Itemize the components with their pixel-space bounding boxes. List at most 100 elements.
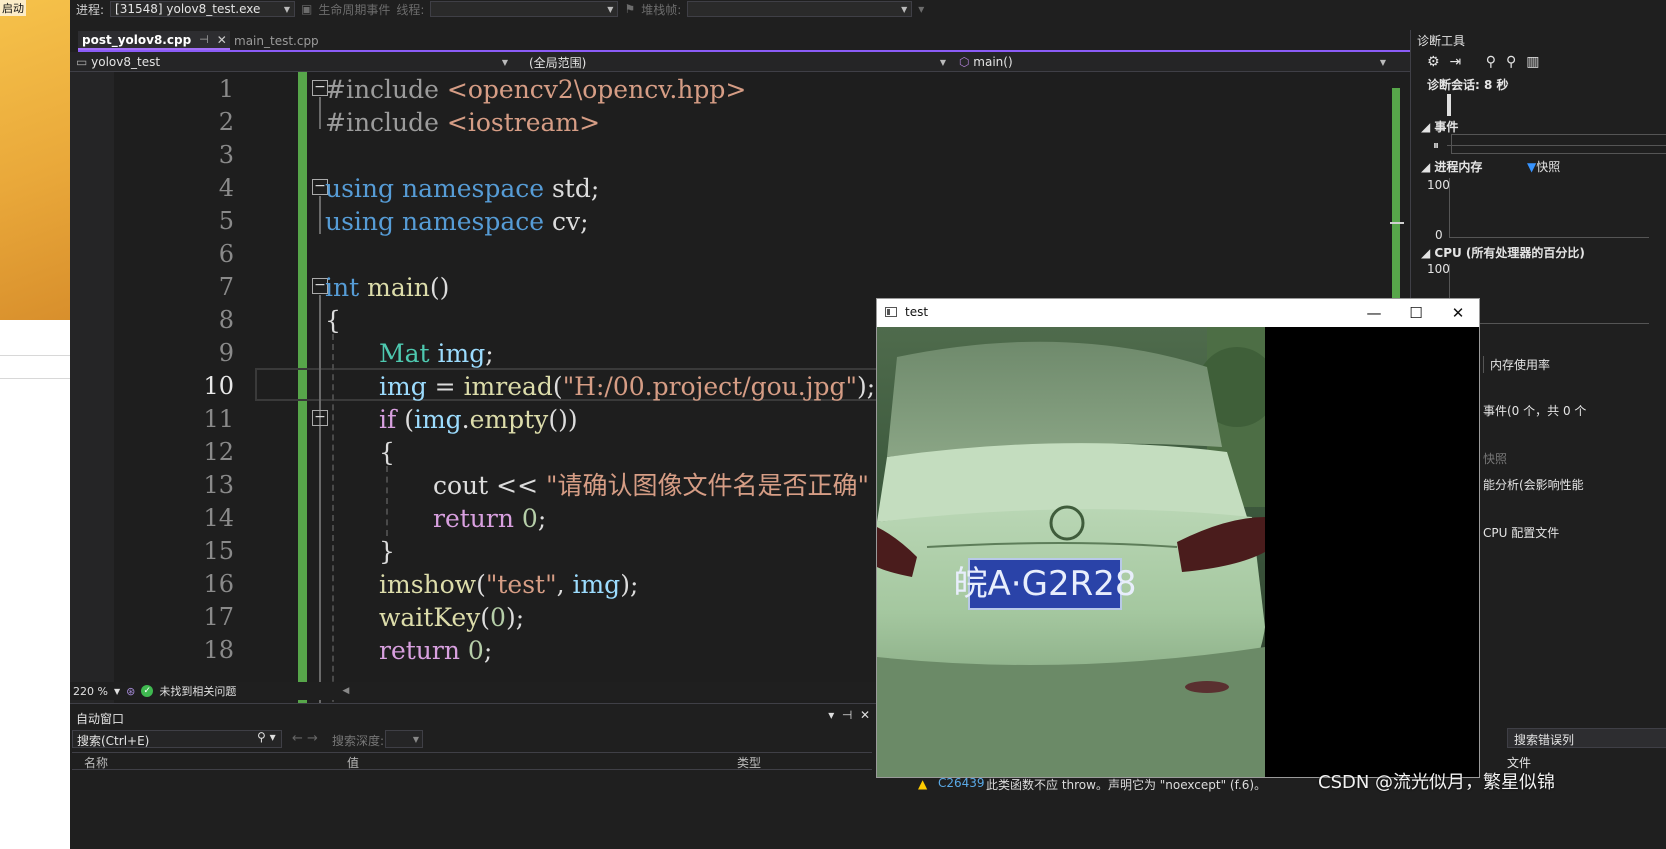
member-combo[interactable]: ⬡ main() ▼ bbox=[955, 54, 1390, 70]
error-message[interactable]: 此类函数不应 throw。声明它为 "noexcept" (f.6)。 bbox=[986, 776, 1266, 793]
line-number: 15 bbox=[203, 537, 234, 565]
window-app-icon bbox=[885, 307, 897, 317]
error-code[interactable]: C26439 bbox=[938, 776, 985, 790]
close-icon[interactable]: ✕ bbox=[217, 33, 227, 47]
glyph-margin bbox=[70, 72, 114, 722]
desktop-wallpaper bbox=[0, 0, 70, 320]
code-line: return 0; bbox=[379, 636, 493, 665]
line-number: 12 bbox=[203, 438, 234, 466]
memory-usage-tab[interactable]: 内存使用率 bbox=[1483, 356, 1550, 373]
fold-minus-icon[interactable]: − bbox=[312, 410, 328, 426]
events-track bbox=[1451, 134, 1666, 154]
navigation-bar: ▭ yolov8_test ▼ (全局范围) ▼ ⬡ main() ▼ ✚ bbox=[70, 52, 1505, 72]
maximize-icon[interactable]: ☐ bbox=[1401, 302, 1431, 324]
thread-combo[interactable]: ▼ bbox=[430, 1, 619, 17]
member-value: main() bbox=[973, 55, 1013, 69]
tab-post-yolov8[interactable]: post_yolov8.cpp ⊣ ✕ bbox=[78, 31, 230, 50]
code-line: { bbox=[325, 306, 341, 335]
diag-toolbar-icons[interactable]: ⚙⇥ ⚲⚲▥ bbox=[1427, 54, 1549, 70]
chevron-down-icon: ▼ bbox=[901, 4, 908, 14]
window-titlebar[interactable]: test — ☐ ✕ bbox=[877, 299, 1479, 327]
autos-header: 名称 值 类型 bbox=[72, 752, 872, 770]
line-number: 3 bbox=[218, 141, 234, 169]
debug-toolbar: 进程: [31548] yolov8_test.exe ▼ ▣ 生命周期事件 线… bbox=[70, 0, 1666, 18]
thread-label: 线程: bbox=[396, 2, 425, 17]
minimize-icon[interactable]: — bbox=[1359, 302, 1389, 324]
zoom-level[interactable]: 220 % bbox=[73, 685, 108, 698]
line-number: 2 bbox=[218, 108, 234, 136]
fold-guide bbox=[319, 295, 321, 722]
cpu-header[interactable]: ◢ CPU (所有处理器的百分比) bbox=[1421, 244, 1585, 261]
process-combo[interactable]: [31548] yolov8_test.exe ▼ bbox=[110, 1, 296, 17]
stack-frame-combo[interactable]: ▼ bbox=[687, 1, 913, 17]
tab-label: main_test.cpp bbox=[234, 33, 319, 48]
tab-main-test[interactable]: main_test.cpp bbox=[230, 31, 380, 50]
line-number: 13 bbox=[203, 471, 234, 499]
desktop-strip: 启动 bbox=[0, 0, 70, 849]
issues-status[interactable]: 未找到相关问题 bbox=[159, 683, 236, 699]
car-photo: 皖A·G2R28 bbox=[877, 327, 1265, 777]
lifecycle-icon: ▣ bbox=[301, 2, 313, 16]
snapshot-button[interactable]: ▼快照 bbox=[1527, 158, 1560, 175]
test-window[interactable]: test — ☐ ✕ 皖A·G2R28 bbox=[876, 298, 1480, 778]
process-memory-header[interactable]: ◢ 进程内存 bbox=[1421, 158, 1482, 175]
line-number: 1 bbox=[218, 75, 234, 103]
close-icon[interactable]: ✕ bbox=[1443, 302, 1473, 324]
cpu-profile-item[interactable]: CPU 配置文件 bbox=[1483, 524, 1559, 541]
tab-label: post_yolov8.cpp bbox=[82, 32, 192, 47]
column-name[interactable]: 名称 bbox=[84, 754, 108, 771]
code-line: int main() bbox=[325, 273, 450, 302]
memory-graph bbox=[1449, 178, 1649, 238]
code-line: Mat img; bbox=[379, 339, 494, 368]
search-icon[interactable]: ⚲ ▾ bbox=[257, 730, 276, 744]
code-line: { bbox=[379, 438, 395, 467]
line-numbers: 1 2 3 4 5 6 7 8 9 10 11 12 13 14 15 16 1… bbox=[114, 72, 254, 722]
search-depth-combo[interactable]: ▼ bbox=[385, 730, 423, 748]
timeline-slider[interactable] bbox=[1447, 94, 1451, 116]
process-value: [31548] yolov8_test.exe bbox=[115, 2, 261, 16]
line-number: 5 bbox=[218, 207, 234, 235]
column-value[interactable]: 值 bbox=[347, 754, 359, 771]
project-name: yolov8_test bbox=[91, 55, 161, 69]
filter-icon: ▼ bbox=[1527, 160, 1537, 174]
pause-icon[interactable]: ⏸ bbox=[1433, 138, 1439, 153]
line-number: 7 bbox=[218, 273, 234, 301]
autos-window: 自动窗口 ▾ ⊣ ✕ 搜索(Ctrl+E) ⚲ ▾ ← → 搜索深度: ▼ 名称… bbox=[70, 703, 878, 849]
pin-icon[interactable]: ⊣ bbox=[199, 33, 209, 46]
code-line: } bbox=[379, 537, 395, 566]
code-line: cout << "请确认图像文件名是否正确" << bbox=[433, 471, 919, 500]
code-line: img = imread("H:/00.project/gou.jpg"); bbox=[379, 369, 880, 404]
license-plate-text: 皖A·G2R28 bbox=[954, 564, 1137, 604]
desktop-label[interactable]: 启动 bbox=[0, 0, 26, 16]
column-type[interactable]: 类型 bbox=[737, 754, 761, 771]
events-header[interactable]: ◢ 事件 bbox=[1421, 118, 1458, 135]
brush-icon[interactable]: ⊛ bbox=[126, 685, 135, 698]
panel-controls[interactable]: ▾ ⊣ ✕ bbox=[828, 708, 870, 722]
toolbar-overflow-icon[interactable]: ▾ bbox=[918, 2, 924, 16]
code-line: waitKey(0); bbox=[379, 603, 525, 632]
scope-combo[interactable]: (全局范围) ▼ bbox=[525, 54, 950, 70]
chevron-down-icon: ▼ bbox=[939, 57, 946, 67]
autos-search-input[interactable]: 搜索(Ctrl+E) bbox=[72, 730, 282, 748]
search-errors-input[interactable]: 搜索错误列 bbox=[1507, 728, 1666, 748]
code-line: using namespace cv; bbox=[325, 207, 589, 236]
session-label: 诊断会话: 8 秒 bbox=[1427, 78, 1509, 92]
chevron-down-icon[interactable]: ▼ bbox=[114, 687, 120, 696]
stack-label: 堆栈帧: bbox=[641, 2, 682, 17]
perf-analysis-item[interactable]: 能分析(会影响性能 bbox=[1483, 476, 1584, 493]
search-depth-label: 搜索深度: bbox=[332, 734, 385, 748]
desktop-divider bbox=[0, 355, 70, 356]
watermark: CSDN @流光似月，繁星似锦 bbox=[1318, 772, 1556, 793]
code-line: #include <opencv2\opencv.hpp> bbox=[325, 75, 747, 104]
lifecycle-label[interactable]: 生命周期事件 bbox=[318, 1, 390, 18]
desktop-divider bbox=[0, 378, 70, 379]
scrollbar-caret-marker bbox=[1390, 222, 1404, 224]
chevron-down-icon: ▼ bbox=[283, 4, 291, 14]
line-number: 6 bbox=[218, 240, 234, 268]
snapshot-item[interactable]: 快照 bbox=[1483, 450, 1507, 467]
scroll-left-icon[interactable]: ◀ bbox=[342, 686, 349, 696]
project-combo[interactable]: ▭ yolov8_test ▼ bbox=[72, 54, 512, 70]
nav-arrows-icon[interactable]: ← → bbox=[292, 731, 318, 746]
flag-icon: ⚑ bbox=[624, 2, 636, 16]
check-circle-icon: ✓ bbox=[141, 685, 154, 697]
